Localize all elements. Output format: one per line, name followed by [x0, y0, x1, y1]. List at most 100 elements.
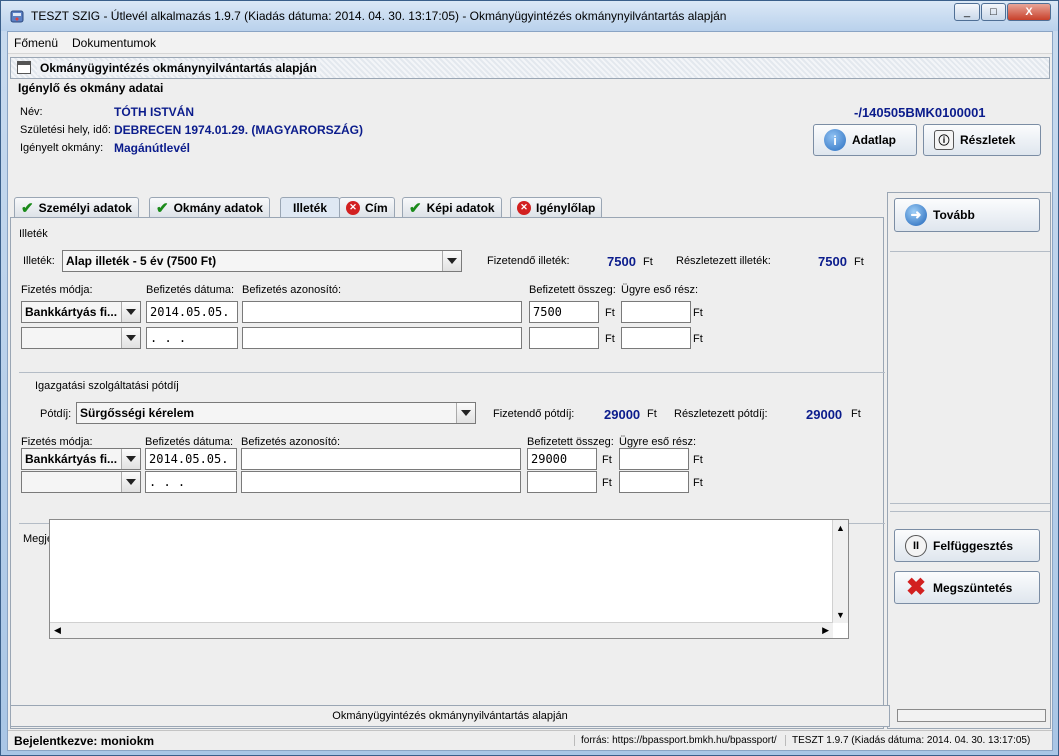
col-date: Befizetés dátuma:: [146, 284, 235, 296]
maximize-button[interactable]: □: [981, 3, 1006, 21]
fee-payable-value: 7500: [607, 254, 636, 269]
felfuggesztes-label: Felfüggesztés: [933, 538, 1014, 553]
status-bar: Bejelentkezve: moniokm forrás: https://b…: [8, 730, 1052, 750]
document-id: -/140505BMK0100001: [854, 105, 986, 120]
surcharge-part-field-1[interactable]: [619, 448, 689, 470]
name-label: Név:: [20, 106, 43, 118]
delete-x-icon: ✖: [905, 574, 927, 601]
check-icon: ✔: [21, 199, 34, 217]
tab-illetek[interactable]: Illeték: [280, 197, 341, 217]
surcharge-itemized-value: 29000: [806, 407, 843, 422]
surcharge-date-field-2[interactable]: . . .: [145, 471, 237, 493]
surcharge-amount-field-2[interactable]: [527, 471, 597, 493]
surcharge-id-field-2[interactable]: [241, 471, 521, 493]
fee-type-select[interactable]: Alap illeték - 5 év (7500 Ft): [62, 250, 462, 272]
chevron-down-icon[interactable]: [121, 302, 140, 322]
scroll-down-icon[interactable]: ▼: [836, 610, 845, 620]
fee-amount-field-2[interactable]: [529, 327, 599, 349]
megszuntetes-label: Megszüntetés: [933, 580, 1013, 595]
logged-in-user: Bejelentkezve: moniokm: [14, 734, 155, 748]
col-amount: Befizetett összeg:: [529, 284, 616, 296]
chevron-down-icon[interactable]: [442, 251, 461, 271]
reszletek-button[interactable]: ⓘ Részletek: [923, 124, 1041, 156]
illetek-panel: Illeték Illeték: Alap illeték - 5 év (75…: [10, 217, 885, 729]
tab-kepi-adatok[interactable]: ✔ Képi adatok: [402, 197, 502, 217]
fee-payable-label: Fizetendő illeték:: [487, 255, 570, 267]
fee-id-field-2[interactable]: [242, 327, 522, 349]
chevron-down-icon[interactable]: [121, 328, 140, 348]
surcharge-date-field-1[interactable]: 2014.05.05.: [145, 448, 237, 470]
fee-amount-field-1[interactable]: 7500: [529, 301, 599, 323]
felfuggesztes-button[interactable]: II Felfüggesztés: [894, 529, 1040, 562]
notes-textarea[interactable]: ▲ ▼ ◀ ▶: [49, 519, 849, 639]
fee-method-select-1[interactable]: Bankkártyás fi...: [21, 301, 141, 323]
currency: Ft: [693, 454, 703, 466]
vertical-scrollbar[interactable]: ▲ ▼: [832, 520, 848, 623]
fee-id-field-1[interactable]: [242, 301, 522, 323]
fee-method-value: Bankkártyás fi...: [25, 305, 118, 319]
fee-part-field-2[interactable]: [621, 327, 691, 349]
currency: Ft: [851, 408, 861, 420]
surcharge-amount-field-1[interactable]: 29000: [527, 448, 597, 470]
fee-part-field-1[interactable]: [621, 301, 691, 323]
col-part: Ügyre eső rész:: [621, 284, 699, 296]
fee-date-field-1[interactable]: 2014.05.05.: [146, 301, 238, 323]
tab-igenyloap[interactable]: ✕ Igénylőlap: [510, 197, 603, 217]
menu-dokumentumok[interactable]: Dokumentumok: [72, 36, 156, 50]
check-icon: ✔: [156, 199, 169, 217]
applicant-section-title: Igénylő és okmány adatai: [18, 81, 164, 95]
tovabb-button[interactable]: ➜ Tovább: [894, 198, 1040, 232]
menu-bar: Főmenü Dokumentumok: [8, 32, 1052, 54]
menu-fomenu[interactable]: Főmenü: [14, 36, 58, 50]
check-icon: ✔: [409, 199, 422, 217]
tab-szemelyi-adatok[interactable]: ✔ Személyi adatok: [14, 197, 139, 217]
surcharge-id-field-1[interactable]: [241, 448, 521, 470]
chevron-down-icon[interactable]: [121, 449, 140, 469]
fee-date-field-2[interactable]: . . .: [146, 327, 238, 349]
error-icon: ✕: [346, 200, 360, 215]
surcharge-type-select[interactable]: Sürgősségi kérelem: [76, 402, 476, 424]
currency: Ft: [602, 454, 612, 466]
tab-label: Képi adatok: [426, 200, 495, 215]
currency: Ft: [693, 333, 703, 345]
error-icon: ✕: [517, 200, 531, 215]
currency: Ft: [605, 307, 615, 319]
surcharge-method-select-1[interactable]: Bankkártyás fi...: [21, 448, 141, 470]
pause-icon: II: [905, 534, 927, 557]
document-label: Igényelt okmány:: [20, 142, 104, 154]
version-info: TESZT 1.9.7 (Kiadás dátuma: 2014. 04. 30…: [785, 735, 1030, 746]
close-button[interactable]: X: [1007, 3, 1051, 21]
app-window: TESZT SZIG - Útlevél alkalmazás 1.9.7 (K…: [0, 0, 1059, 756]
internal-frame-titlebar[interactable]: Okmányügyintézés okmánynyilvántartás ala…: [10, 57, 1050, 79]
surcharge-method-select-2[interactable]: [21, 471, 141, 493]
chevron-down-icon[interactable]: [121, 472, 140, 492]
currency: Ft: [602, 477, 612, 489]
horizontal-scrollbar[interactable]: ◀ ▶: [50, 622, 833, 638]
col-method: Fizetés módja:: [21, 284, 93, 296]
client-area: Főmenü Dokumentumok Okmányügyintézés okm…: [7, 31, 1053, 751]
surcharge-part-field-2[interactable]: [619, 471, 689, 493]
document-value: Magánútlevél: [114, 141, 191, 155]
birth-value: DEBRECEN 1974.01.29. (MAGYARORSZÁG): [114, 123, 363, 137]
megszuntetes-button[interactable]: ✖ Megszüntetés: [894, 571, 1040, 604]
tab-label: Illeték: [293, 200, 328, 215]
chevron-down-icon[interactable]: [456, 403, 475, 423]
adatlap-button-label: Adatlap: [852, 133, 897, 147]
fee-method-select-2[interactable]: [21, 327, 141, 349]
col-id: Befizetés azonosító:: [242, 284, 342, 296]
window-title: TESZT SZIG - Útlevél alkalmazás 1.9.7 (K…: [31, 9, 727, 23]
scroll-up-icon[interactable]: ▲: [836, 523, 845, 533]
adatlap-button[interactable]: i Adatlap: [813, 124, 917, 156]
title-bar[interactable]: TESZT SZIG - Útlevél alkalmazás 1.9.7 (K…: [1, 1, 1058, 31]
scroll-right-icon[interactable]: ▶: [822, 625, 829, 636]
minimize-button[interactable]: _: [954, 3, 980, 21]
tab-label: Személyi adatok: [38, 200, 132, 215]
tab-cim[interactable]: ✕ Cím: [339, 197, 395, 217]
scroll-left-icon[interactable]: ◀: [54, 625, 61, 636]
surcharge-type-label: Pótdíj:: [40, 408, 72, 420]
surcharge-type-value: Sürgősségi kérelem: [80, 406, 195, 420]
tab-okmany-adatok[interactable]: ✔ Okmány adatok: [149, 197, 270, 217]
currency: Ft: [605, 333, 615, 345]
divider: [890, 251, 1050, 252]
birth-label: Születési hely, idő:: [20, 124, 111, 136]
